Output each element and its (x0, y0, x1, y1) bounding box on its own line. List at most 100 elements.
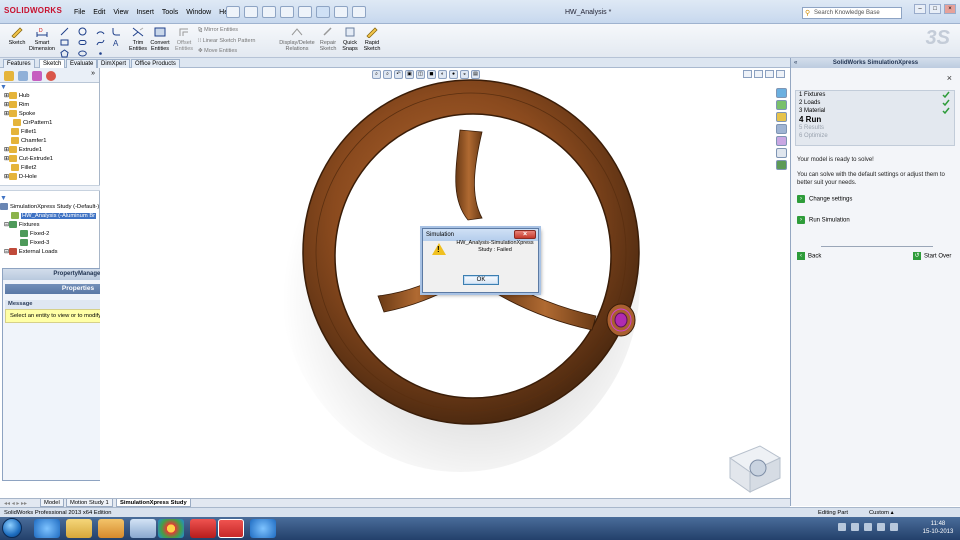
mirror-entities-button[interactable]: ⧎ Mirror Entities (198, 27, 238, 33)
file-explorer-icon[interactable] (776, 112, 787, 122)
appearances-icon[interactable] (776, 136, 787, 146)
property-manager-icon[interactable] (18, 71, 28, 81)
collapse-pane-icon[interactable]: « (794, 58, 797, 68)
rebuild-icon[interactable] (334, 6, 348, 18)
step-material[interactable]: 3 Material (796, 107, 954, 115)
tab-sketch[interactable]: Sketch (39, 59, 66, 68)
view-palette-icon[interactable] (776, 124, 787, 134)
tab-motion-study-1[interactable]: Motion Study 1 (66, 499, 113, 507)
display-delete-relations-button[interactable]: Display/Delete Relations (278, 26, 316, 52)
simulationxpress-icon[interactable] (776, 160, 787, 170)
tree-item-fixed-3[interactable]: Fixed-3 (0, 239, 100, 248)
display-manager-icon[interactable] (46, 71, 56, 81)
circle-tool-icon[interactable] (78, 27, 87, 36)
tree-item-d-hole[interactable]: ⊞ D-Hole (0, 173, 100, 182)
display-style-icon[interactable]: ◼ (427, 70, 436, 79)
rectangle-tool-icon[interactable] (60, 38, 69, 47)
save-icon[interactable] (262, 6, 276, 18)
tree-item-part[interactable]: HW_Analysis (-Aluminum Br (0, 212, 100, 221)
configuration-manager-icon[interactable] (32, 71, 42, 81)
sketch-button[interactable]: Sketch (4, 26, 30, 46)
change-settings-link[interactable]: › Change settings (797, 195, 852, 205)
section-view-icon[interactable]: ▣ (405, 70, 414, 79)
smart-dimension-button[interactable]: D Smart Dimension (28, 26, 56, 52)
search-knowledge-base-input[interactable]: ⚲ Search Knowledge Base (802, 7, 902, 19)
solidworks-launcher-icon[interactable] (190, 519, 216, 538)
start-button-icon[interactable] (2, 518, 22, 538)
internet-explorer-icon[interactable] (34, 519, 60, 538)
expand-panel-icon[interactable]: » (91, 70, 95, 77)
tab-simulationxpress-study[interactable]: SimulationXpress Study (116, 499, 191, 507)
tree-splitter[interactable] (0, 185, 100, 191)
trim-entities-button[interactable]: Trim Entities (126, 26, 150, 52)
text-tool-icon[interactable]: A (112, 38, 121, 47)
tree-item-hub[interactable]: ⊞ Hub (0, 92, 100, 101)
convert-entities-button[interactable]: Convert Entities (148, 26, 172, 52)
design-library-icon[interactable] (776, 100, 787, 110)
tree-item-spoke[interactable]: ⊞ Spoke (0, 110, 100, 119)
feature-manager-icon[interactable] (4, 71, 14, 81)
volume-icon[interactable] (877, 523, 885, 531)
move-entities-button[interactable]: ✥ Move Entities (198, 48, 237, 54)
viewport-close-icon[interactable] (776, 70, 785, 78)
resources-icon[interactable] (776, 88, 787, 98)
step-run[interactable]: 4 Run (796, 115, 954, 124)
viewport-maximize-icon[interactable] (765, 70, 774, 78)
tree-item-cirpattern1[interactable]: CirPattern1 (0, 119, 100, 128)
tab-evaluate[interactable]: Evaluate (66, 59, 98, 68)
line-tool-icon[interactable] (60, 27, 69, 36)
spline-tool-icon[interactable] (96, 38, 105, 47)
menu-file[interactable]: File (74, 9, 85, 16)
offset-entities-button[interactable]: Offset Entities (172, 26, 196, 52)
linear-sketch-pattern-button[interactable]: ⁞⁞ Linear Sketch Pattern (198, 38, 256, 44)
internet-explorer-2-icon[interactable] (250, 519, 276, 538)
quick-snaps-button[interactable]: Quick Snaps (339, 26, 361, 52)
tree-filter-2[interactable]: ▼ (0, 194, 100, 203)
step-fixtures[interactable]: 1 Fixtures (796, 91, 954, 99)
tree-filter[interactable]: ▼ (0, 83, 100, 92)
media-player-icon[interactable] (98, 519, 124, 538)
polygon-tool-icon[interactable] (60, 49, 69, 58)
dialog-close-icon[interactable]: × (514, 230, 536, 239)
tab-scroll-icons[interactable]: ◂◂ ◂ ▸ ▸▸ (4, 500, 27, 507)
slot-tool-icon[interactable] (78, 38, 87, 47)
clock[interactable]: 11:48 15-10-2013 (920, 520, 956, 536)
menu-view[interactable]: View (113, 9, 128, 16)
viewport-minimize-icon[interactable] (743, 70, 752, 78)
menu-insert[interactable]: Insert (136, 9, 154, 16)
view-orientation-icon[interactable]: ◫ (416, 70, 425, 79)
repair-sketch-button[interactable]: Repair Sketch (317, 26, 339, 52)
tree-item-chamfer1[interactable]: Chamfer1 (0, 137, 100, 146)
tree-item-study[interactable]: SimulationXpress Study (-Default-) (0, 203, 100, 212)
open-folder-icon[interactable] (244, 6, 258, 18)
tree-item-external-loads[interactable]: ⊟ External Loads (0, 248, 100, 257)
menu-edit[interactable]: Edit (93, 9, 105, 16)
new-document-icon[interactable] (226, 6, 240, 18)
hide-show-icon[interactable]: ◐ (438, 70, 447, 79)
tree-item-cut-extrude1[interactable]: ⊞ Cut-Extrude1 (0, 155, 100, 164)
fillet-tool-icon[interactable] (112, 27, 121, 36)
close-icon[interactable]: × (944, 4, 956, 14)
network-icon[interactable] (864, 523, 872, 531)
apply-scene-icon[interactable]: ◒ (460, 70, 469, 79)
minimize-icon[interactable]: – (914, 4, 926, 14)
chrome-icon[interactable] (158, 519, 184, 538)
power-icon[interactable] (890, 523, 898, 531)
tab-features[interactable]: Features (3, 59, 35, 68)
show-hidden-icons-icon[interactable] (851, 523, 859, 531)
select-pointer-icon[interactable] (316, 6, 330, 18)
tree-item-fixtures[interactable]: ⊟ Fixtures (0, 221, 100, 230)
tree-item-fillet2[interactable]: Fillet2 (0, 164, 100, 173)
tree-item-fillet1[interactable]: Fillet1 (0, 128, 100, 137)
tab-dimxpert[interactable]: DimXpert (97, 59, 131, 68)
print-icon[interactable] (280, 6, 294, 18)
ok-button[interactable]: OK (463, 275, 499, 285)
file-explorer-icon[interactable] (66, 519, 92, 538)
step-loads[interactable]: 2 Loads (796, 99, 954, 107)
tree-item-fixed-2[interactable]: Fixed-2 (0, 230, 100, 239)
tree-item-rim[interactable]: ⊞ Rim (0, 101, 100, 110)
rapid-sketch-button[interactable]: Rapid Sketch (361, 26, 383, 52)
ellipse-tool-icon[interactable] (78, 49, 87, 58)
tree-item-extrude1[interactable]: ⊞ Extrude1 (0, 146, 100, 155)
edit-appearance-icon[interactable]: ● (449, 70, 458, 79)
